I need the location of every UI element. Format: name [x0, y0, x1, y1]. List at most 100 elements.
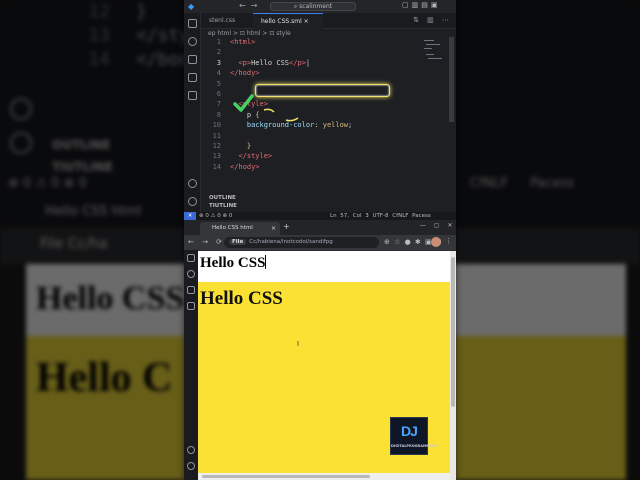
- gear-icon[interactable]: [187, 462, 195, 470]
- status-problems[interactable]: ⊗ 0 ⚠ 0 ⊗ 0: [199, 212, 232, 220]
- code-text: </hody>: [230, 162, 260, 172]
- bg-status-right: CfNLF Pacess: [470, 176, 575, 191]
- code-token: Hello CSS: [251, 58, 290, 67]
- address-bar[interactable]: File Cc/habiena/inotcodoi/sandifpg: [224, 237, 379, 248]
- browser-nav-buttons[interactable]: ← → ⟳: [188, 238, 225, 246]
- bg-outline-title: OUTLINE: [52, 138, 111, 152]
- code-token: }: [230, 142, 252, 150]
- extensions-icon[interactable]: [188, 91, 197, 100]
- bg-status-left: ⊗ 0 ⚠ 0 ⊗ 0: [8, 176, 87, 191]
- code-editor[interactable]: 1 <html> 2 3 <p>Hello CSS</p>| 4 </hody> 5 6 7 <…: [201, 37, 446, 192]
- code-token: |: [305, 58, 311, 67]
- outline-timeline-panel: OUTLINE TIUTLINE: [201, 194, 456, 210]
- code-token: <html>: [230, 38, 256, 46]
- browser-window: Hello CSS html × + — ▢ ✕ ← → ⟳ File Cc/hab…: [184, 220, 456, 480]
- bg-page-text: Hello CSS: [36, 280, 185, 317]
- bg-line-number: 13: [88, 25, 110, 46]
- line-number: 10: [212, 121, 221, 130]
- browser-toolbar: ← → ⟳ File Cc/habiena/inotcodoi/sandifpg …: [184, 235, 456, 250]
- bg-browser-tab: Hello CSS html: [45, 204, 142, 219]
- code-line[interactable]: 14 </hody>: [201, 162, 446, 172]
- line-number: 4: [216, 69, 221, 78]
- run-debug-icon[interactable]: [188, 73, 197, 82]
- code-line[interactable]: 13 </style>: [201, 151, 446, 161]
- scrollbar-thumb[interactable]: [451, 257, 455, 407]
- remote-indicator-icon[interactable]: ✕: [184, 212, 196, 220]
- status-info[interactable]: Ln 57, Col 3 UTF-8 CfNLF Pacess: [330, 212, 431, 220]
- line-number: 14: [212, 162, 221, 171]
- sidebar-icon[interactable]: [187, 254, 195, 262]
- code-token: </p>: [289, 58, 306, 67]
- search-icon[interactable]: [188, 37, 197, 46]
- source-control-icon[interactable]: [188, 55, 197, 64]
- browser-tab-title: Hello CSS html: [212, 225, 253, 231]
- code-line[interactable]: 12 }: [201, 141, 446, 151]
- file-chip: File: [229, 239, 247, 245]
- browser-tab[interactable]: Hello CSS html ×: [200, 222, 280, 235]
- code-line[interactable]: 4 </hody>: [201, 68, 446, 78]
- explorer-icon[interactable]: [188, 19, 197, 28]
- new-tab-button[interactable]: +: [283, 222, 290, 231]
- page-paragraph-text: Hello CSS: [200, 255, 266, 271]
- line-number: 1: [216, 38, 221, 46]
- nav-arrows[interactable]: ←→: [239, 1, 262, 10]
- account-icon[interactable]: [187, 446, 195, 454]
- line-number: 2: [216, 48, 221, 57]
- code-token: </hody>: [230, 69, 260, 78]
- line-number: 3: [216, 58, 221, 67]
- code-line[interactable]: 3 <p>Hello CSS</p>|: [201, 58, 446, 68]
- tab-stenl-css[interactable]: stenl.css: [201, 13, 251, 29]
- code-line[interactable]: 11: [201, 131, 446, 141]
- outline-header[interactable]: OUTLINE: [201, 194, 456, 202]
- line-number: 8: [216, 110, 221, 119]
- page-scrollbar[interactable]: [450, 251, 456, 480]
- status-bar: ✕ ⊗ 0 ⚠ 0 ⊗ 0 Ln 57, Col 3 UTF-8 CfNLF P…: [184, 212, 456, 220]
- line-number: 6: [216, 90, 221, 98]
- horizontal-scrollbar[interactable]: [198, 473, 450, 480]
- url-path: Cc/habiena/inotcodoi/sandifpg: [249, 239, 333, 245]
- timeline-header[interactable]: TIUTLINE: [201, 202, 456, 210]
- bg-page-text: Hello C: [36, 355, 173, 401]
- mouse-cursor-icon: I: [297, 340, 300, 348]
- code-token: {: [255, 110, 260, 119]
- line-number: 12: [212, 142, 221, 150]
- window-controls[interactable]: ▢▥▤▣: [402, 1, 440, 9]
- tab-label: stenl.css: [209, 17, 236, 24]
- page-paragraph: Hello CSS: [200, 255, 267, 272]
- yellow-block-text: Hello CSS: [200, 288, 283, 309]
- code-text: </hody>: [230, 68, 260, 78]
- bg-account-icon: [10, 98, 32, 120]
- scrollbar-thumb[interactable]: [202, 475, 370, 478]
- close-icon[interactable]: ×: [271, 222, 276, 235]
- browser-sidebar: [184, 250, 198, 480]
- search-icon[interactable]: [187, 270, 195, 278]
- command-center-search[interactable]: ⌕ scalinment: [270, 2, 356, 11]
- editor-actions[interactable]: ⇅ ▥ ⋯: [413, 16, 452, 24]
- line-number: 7: [216, 100, 221, 109]
- sidebar-icon[interactable]: [187, 286, 195, 294]
- gear-icon[interactable]: [188, 197, 197, 206]
- browser-window-controls[interactable]: — ▢ ✕: [420, 222, 456, 229]
- menu-icon[interactable]: ⋮: [445, 237, 452, 245]
- code-token: <p>: [230, 58, 252, 67]
- code-line[interactable]: 10 background-color: yellow;: [201, 120, 446, 130]
- rendered-page[interactable]: Hello CSS Hello CSS I DJ DIGITALPROGRAMM…: [198, 251, 450, 480]
- highlight-annotation: [255, 84, 390, 97]
- minimap[interactable]: [424, 40, 444, 80]
- editor-scrollbar[interactable]: [449, 37, 454, 122]
- breadcrumb[interactable]: ep html > ⊡ html > ⊡ style: [208, 30, 291, 37]
- tab-hello-css[interactable]: hello CSS.sml ×: [253, 13, 323, 29]
- line-number: 5: [216, 79, 221, 88]
- tab-label: hello CSS.sml ×: [261, 18, 309, 25]
- check-mark-icon: [233, 94, 254, 112]
- app-window: ◆ ←→ ⌕ scalinment ▢▥▤▣ stenl.css hello C…: [184, 0, 456, 480]
- activity-bar: [184, 13, 201, 220]
- vscode-title-bar: ◆ ←→ ⌕ scalinment ▢▥▤▣: [184, 0, 456, 13]
- profile-avatar[interactable]: [431, 237, 441, 247]
- channel-logo: DJ DIGITALPROGRAMMING: [390, 417, 437, 455]
- sidebar-icon[interactable]: [187, 302, 195, 310]
- code-line[interactable]: 2: [201, 47, 446, 57]
- account-icon[interactable]: [188, 179, 197, 188]
- code-line[interactable]: 1 <html>: [201, 37, 446, 47]
- code-text: <html>: [230, 37, 255, 47]
